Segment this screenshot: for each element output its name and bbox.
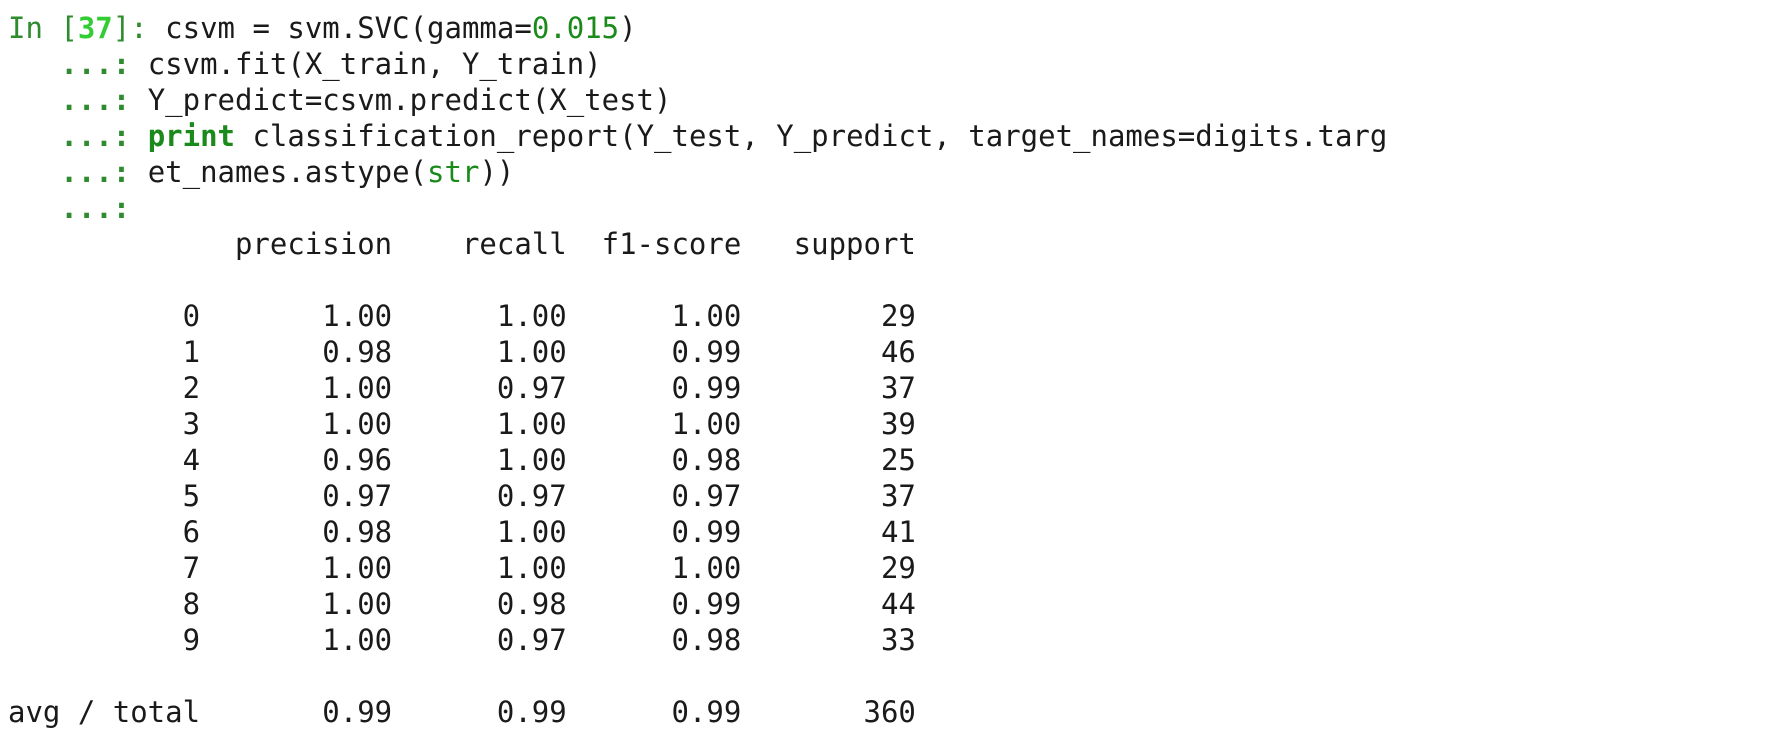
keyword-print: print: [147, 119, 235, 153]
continuation-prompt: ...:: [8, 119, 148, 153]
continuation-prompt: ...:: [8, 191, 148, 225]
input-line-5: ...: et_names.astype(str)): [8, 154, 1764, 190]
report-row: 0 1.00 1.00 1.00 29: [8, 299, 916, 333]
in-prompt-label: In [: [8, 11, 78, 45]
code-text: csvm.fit(X_train, Y_train): [147, 47, 602, 81]
report-total-row: avg / total 0.99 0.99 0.99 360: [8, 695, 916, 729]
report-row: 2 1.00 0.97 0.99 37: [8, 371, 916, 405]
number-literal: 0.015: [531, 11, 620, 45]
code-text: et_names.astype(: [147, 155, 428, 189]
code-text: classification_report(Y_test, Y_predict,…: [235, 119, 1388, 153]
input-line-1: In [37]: csvm = svm.SVC(gamma=0.015): [8, 10, 1764, 46]
code-text: ): [619, 11, 637, 45]
cell-number: 37: [77, 11, 113, 45]
report-row: 6 0.98 1.00 0.99 41: [8, 515, 916, 549]
continuation-prompt: ...:: [8, 47, 148, 81]
report-header: precision recall f1-score support: [8, 227, 916, 261]
input-line-4: ...: print classification_report(Y_test,…: [8, 118, 1764, 154]
input-line-6[interactable]: ...:: [8, 190, 1764, 226]
input-line-2: ...: csvm.fit(X_train, Y_train): [8, 46, 1764, 82]
input-line-3: ...: Y_predict=csvm.predict(X_test): [8, 82, 1764, 118]
ipython-console: In [37]: csvm = svm.SVC(gamma=0.015) ...…: [8, 10, 1764, 740]
code-text: )): [479, 155, 515, 189]
continuation-prompt: ...:: [8, 83, 148, 117]
builtin-str: str: [427, 155, 480, 189]
report-row: 3 1.00 1.00 1.00 39: [8, 407, 916, 441]
report-row: 7 1.00 1.00 1.00 29: [8, 551, 916, 585]
code-text: csvm = svm.SVC(gamma=: [165, 11, 532, 45]
report-row: 4 0.96 1.00 0.98 25: [8, 443, 916, 477]
continuation-prompt: ...:: [8, 155, 148, 189]
report-row: 8 1.00 0.98 0.99 44: [8, 587, 916, 621]
code-text: Y_predict=csvm.predict(X_test): [147, 83, 672, 117]
report-row: 5 0.97 0.97 0.97 37: [8, 479, 916, 513]
report-row: 9 1.00 0.97 0.98 33: [8, 623, 916, 657]
in-prompt-close: ]:: [112, 11, 166, 45]
report-row: 1 0.98 1.00 0.99 46: [8, 335, 916, 369]
